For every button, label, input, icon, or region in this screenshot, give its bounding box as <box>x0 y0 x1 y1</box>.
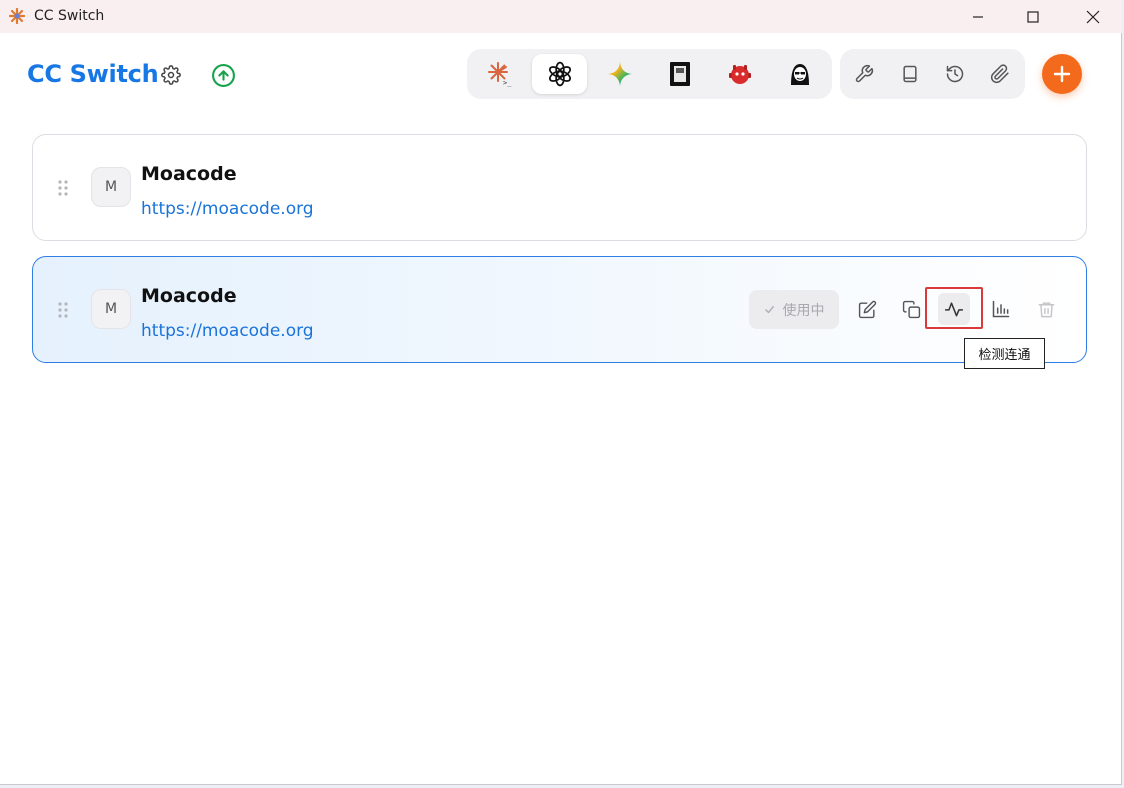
bar-chart-icon <box>992 300 1010 318</box>
paperclip-icon <box>990 64 1009 84</box>
provider-card-active[interactable]: M Moacode https://moacode.org 使用中 <box>32 256 1087 363</box>
copy-icon <box>902 300 920 318</box>
tools-button[interactable] <box>849 60 879 88</box>
maximize-icon <box>1027 10 1039 23</box>
arrow-up-circle-icon <box>211 63 235 87</box>
close-icon <box>1086 10 1100 23</box>
window-title: CC Switch <box>34 8 105 24</box>
tool-group <box>840 49 1025 99</box>
provider-name: Moacode <box>141 163 237 185</box>
duplicate-button[interactable] <box>895 293 927 325</box>
update-button[interactable] <box>209 61 237 89</box>
tab-claude[interactable]: >_ <box>472 54 527 94</box>
app-brand-title: CC Switch <box>27 60 159 88</box>
provider-url-link[interactable]: https://moacode.org <box>141 199 314 219</box>
add-provider-button[interactable] <box>1042 54 1082 94</box>
svg-text:>_: >_ <box>503 79 512 87</box>
edit-button[interactable] <box>851 293 883 325</box>
provider-avatar: M <box>91 289 131 329</box>
check-icon <box>764 306 774 314</box>
in-use-button[interactable]: 使用中 <box>749 290 839 329</box>
attachment-button[interactable] <box>985 60 1015 88</box>
wrench-icon <box>855 64 874 83</box>
edit-icon <box>858 300 876 318</box>
settings-button[interactable] <box>157 61 185 89</box>
maximize-button[interactable] <box>1010 0 1056 33</box>
gear-icon <box>161 65 181 85</box>
minimize-button[interactable] <box>955 0 1001 33</box>
tab-terminal[interactable] <box>652 54 707 94</box>
red-bot-icon <box>728 65 751 84</box>
provider-name: Moacode <box>141 285 237 307</box>
tab-red-bot[interactable] <box>712 54 767 94</box>
usage-stats-button[interactable] <box>985 293 1017 325</box>
in-use-label: 使用中 <box>782 302 825 319</box>
provider-avatar: M <box>91 167 131 207</box>
app-window: CC Switch CC Switch >_ M Moacode https:/… <box>0 0 1122 785</box>
docs-button[interactable] <box>895 60 925 88</box>
app-logo-icon <box>8 7 26 25</box>
gemini-icon <box>607 62 632 86</box>
delete-button[interactable] <box>1030 293 1062 325</box>
plus-icon <box>1053 65 1071 83</box>
app-switcher: >_ <box>467 49 832 99</box>
history-icon <box>946 65 964 83</box>
history-button[interactable] <box>940 60 970 88</box>
openai-icon <box>548 61 571 87</box>
tab-gemini[interactable] <box>592 54 647 94</box>
title-bar: CC Switch <box>0 0 1122 33</box>
provider-card[interactable]: M Moacode https://moacode.org <box>32 134 1087 241</box>
drag-handle-icon[interactable] <box>57 302 69 318</box>
provider-url-link[interactable]: https://moacode.org <box>141 321 314 341</box>
trash-icon <box>1038 301 1054 317</box>
tab-codex[interactable] <box>532 54 587 94</box>
book-icon <box>903 65 917 83</box>
drag-handle-icon[interactable] <box>57 180 69 196</box>
tooltip: 检测连通 <box>964 338 1045 369</box>
claude-code-icon: >_ <box>487 62 512 87</box>
minimize-icon <box>973 15 983 18</box>
close-window-button[interactable] <box>1070 0 1116 33</box>
agent-avatar-icon <box>790 64 809 85</box>
terminal-app-icon <box>669 62 690 86</box>
tab-agent[interactable] <box>772 54 827 94</box>
highlight-box <box>925 287 983 329</box>
